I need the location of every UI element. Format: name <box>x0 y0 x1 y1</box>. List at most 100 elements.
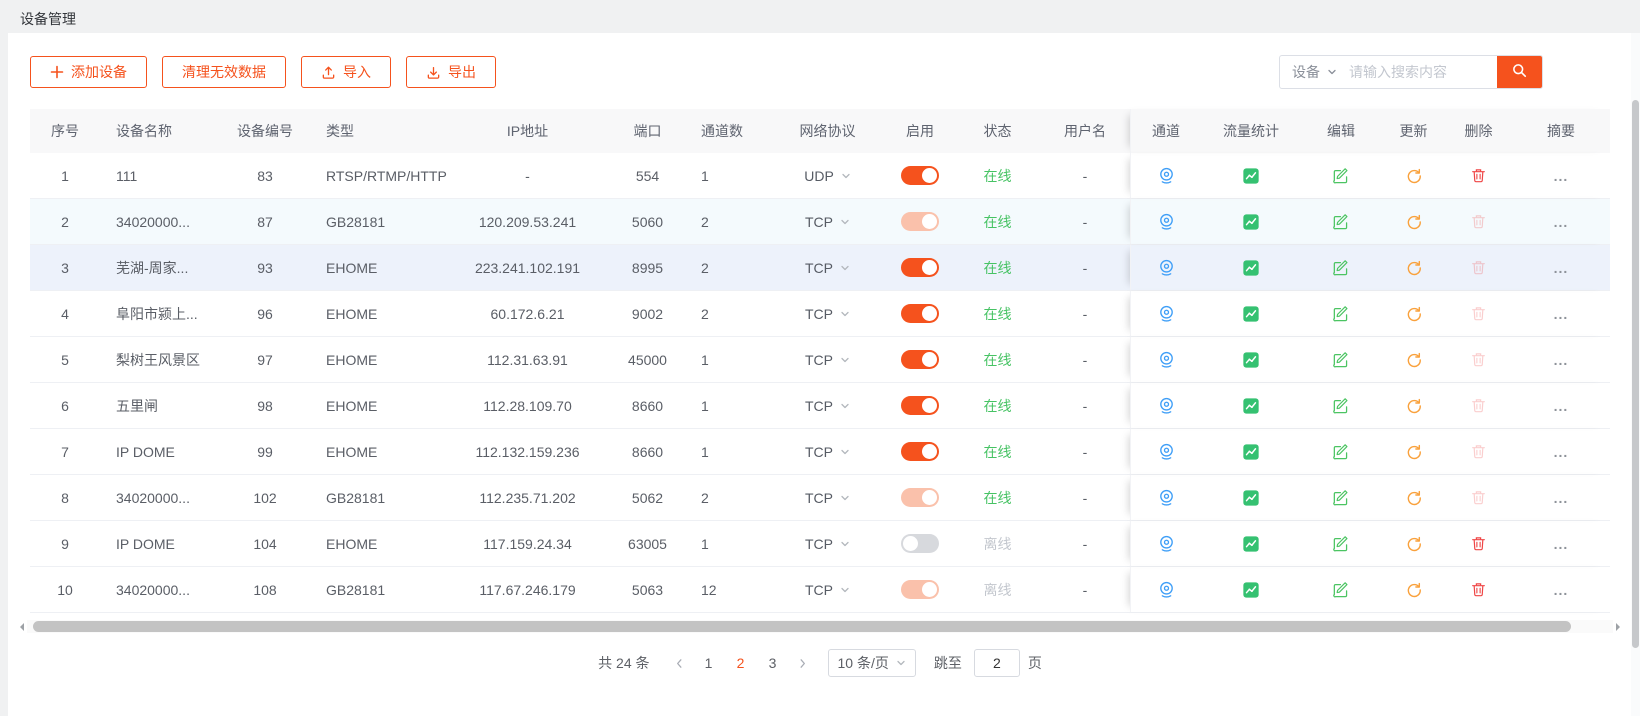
summary-more-button[interactable]: ... <box>1554 398 1569 414</box>
summary-more-button[interactable]: ... <box>1554 444 1569 460</box>
cell-network-protocol: TCP <box>770 199 885 244</box>
cell-status: 离线 <box>955 567 1040 612</box>
protocol-select[interactable]: TCP <box>805 306 850 322</box>
protocol-select[interactable]: TCP <box>805 444 850 460</box>
page-size-select[interactable]: 10 条/页 <box>828 649 916 677</box>
delete-button[interactable] <box>1470 167 1487 184</box>
jump-page-input[interactable] <box>974 649 1020 677</box>
channel-button[interactable] <box>1157 580 1176 599</box>
protocol-select[interactable]: TCP <box>805 536 850 552</box>
enable-toggle[interactable] <box>901 166 939 185</box>
scroll-left-arrow-icon[interactable] <box>16 623 24 631</box>
update-button[interactable] <box>1405 443 1423 461</box>
vertical-scroll-thumb[interactable] <box>1632 100 1639 648</box>
traffic-stats-button[interactable] <box>1242 213 1260 231</box>
edit-button[interactable] <box>1332 535 1350 553</box>
update-button[interactable] <box>1405 167 1423 185</box>
protocol-select[interactable]: TCP <box>805 490 850 506</box>
search-category-select[interactable]: 设备 <box>1280 62 1347 82</box>
update-button[interactable] <box>1405 397 1423 415</box>
page-number-2[interactable]: 2 <box>729 655 753 671</box>
traffic-stats-button[interactable] <box>1242 489 1260 507</box>
import-button[interactable]: 导入 <box>301 56 391 88</box>
protocol-select[interactable]: UDP <box>804 168 851 184</box>
channel-button[interactable] <box>1157 350 1176 369</box>
edit-button[interactable] <box>1332 581 1350 599</box>
traffic-stats-button[interactable] <box>1242 351 1260 369</box>
next-page-button[interactable] <box>789 658 816 669</box>
protocol-select[interactable]: TCP <box>805 214 850 230</box>
prev-page-button[interactable] <box>666 658 693 669</box>
add-device-button[interactable]: 添加设备 <box>30 56 147 88</box>
delete-button[interactable] <box>1470 581 1487 598</box>
update-button[interactable] <box>1405 259 1423 277</box>
summary-more-button[interactable]: ... <box>1554 214 1569 230</box>
edit-button[interactable] <box>1332 305 1350 323</box>
update-button[interactable] <box>1405 489 1423 507</box>
channel-button[interactable] <box>1157 304 1176 323</box>
page-number-1[interactable]: 1 <box>697 655 721 671</box>
protocol-select[interactable]: TCP <box>805 260 850 276</box>
cell-enable <box>885 245 955 290</box>
page-number-3[interactable]: 3 <box>761 655 785 671</box>
traffic-stats-button[interactable] <box>1242 397 1260 415</box>
summary-more-button[interactable]: ... <box>1554 490 1569 506</box>
channel-button[interactable] <box>1157 534 1176 553</box>
horizontal-scroll-track[interactable] <box>27 620 1613 633</box>
enable-toggle[interactable] <box>901 488 939 507</box>
summary-more-button[interactable]: ... <box>1554 306 1569 322</box>
traffic-stats-button[interactable] <box>1242 443 1260 461</box>
channel-button[interactable] <box>1157 212 1176 231</box>
update-button[interactable] <box>1405 581 1423 599</box>
protocol-select[interactable]: TCP <box>805 352 850 368</box>
summary-more-button[interactable]: ... <box>1554 582 1569 598</box>
channel-button[interactable] <box>1157 166 1176 185</box>
edit-button[interactable] <box>1332 167 1350 185</box>
enable-toggle[interactable] <box>901 534 939 553</box>
edit-button[interactable] <box>1332 489 1350 507</box>
update-button[interactable] <box>1405 351 1423 369</box>
update-button[interactable] <box>1405 535 1423 553</box>
traffic-stats-button[interactable] <box>1242 535 1260 553</box>
cell-device-code: 87 <box>220 199 310 244</box>
trash-icon <box>1470 167 1487 184</box>
clean-invalid-data-button[interactable]: 清理无效数据 <box>162 56 286 88</box>
traffic-stats-button[interactable] <box>1242 305 1260 323</box>
channel-button[interactable] <box>1157 258 1176 277</box>
channel-button[interactable] <box>1157 488 1176 507</box>
update-button[interactable] <box>1405 305 1423 323</box>
enable-toggle[interactable] <box>901 258 939 277</box>
delete-button[interactable] <box>1470 535 1487 552</box>
enable-toggle[interactable] <box>901 442 939 461</box>
enable-toggle[interactable] <box>901 212 939 231</box>
summary-more-button[interactable]: ... <box>1554 260 1569 276</box>
traffic-stats-button[interactable] <box>1242 259 1260 277</box>
edit-button[interactable] <box>1332 259 1350 277</box>
edit-button[interactable] <box>1332 351 1350 369</box>
summary-more-button[interactable]: ... <box>1554 536 1569 552</box>
traffic-stats-button[interactable] <box>1242 581 1260 599</box>
scroll-right-arrow-icon[interactable] <box>1616 623 1624 631</box>
edit-button[interactable] <box>1332 397 1350 415</box>
export-button[interactable]: 导出 <box>406 56 496 88</box>
enable-toggle[interactable] <box>901 304 939 323</box>
search-button[interactable] <box>1497 55 1542 89</box>
table-header: 序号设备名称设备编号类型IP地址端口通道数网络协议启用状态用户名通道流量统计编辑… <box>30 109 1610 153</box>
enable-toggle[interactable] <box>901 580 939 599</box>
enable-toggle[interactable] <box>901 350 939 369</box>
channel-button[interactable] <box>1157 442 1176 461</box>
protocol-select[interactable]: TCP <box>805 398 850 414</box>
horizontal-scroll-thumb[interactable] <box>33 621 1571 632</box>
summary-more-button[interactable]: ... <box>1554 168 1569 184</box>
update-button[interactable] <box>1405 213 1423 231</box>
enable-toggle[interactable] <box>901 396 939 415</box>
cell-username: - <box>1040 291 1130 336</box>
protocol-select[interactable]: TCP <box>805 582 850 598</box>
search-input[interactable] <box>1347 63 1497 81</box>
edit-button[interactable] <box>1332 443 1350 461</box>
traffic-stats-button[interactable] <box>1242 167 1260 185</box>
channel-button[interactable] <box>1157 396 1176 415</box>
fixed-column-header-6: 摘要 <box>1511 109 1611 153</box>
edit-button[interactable] <box>1332 213 1350 231</box>
summary-more-button[interactable]: ... <box>1554 352 1569 368</box>
